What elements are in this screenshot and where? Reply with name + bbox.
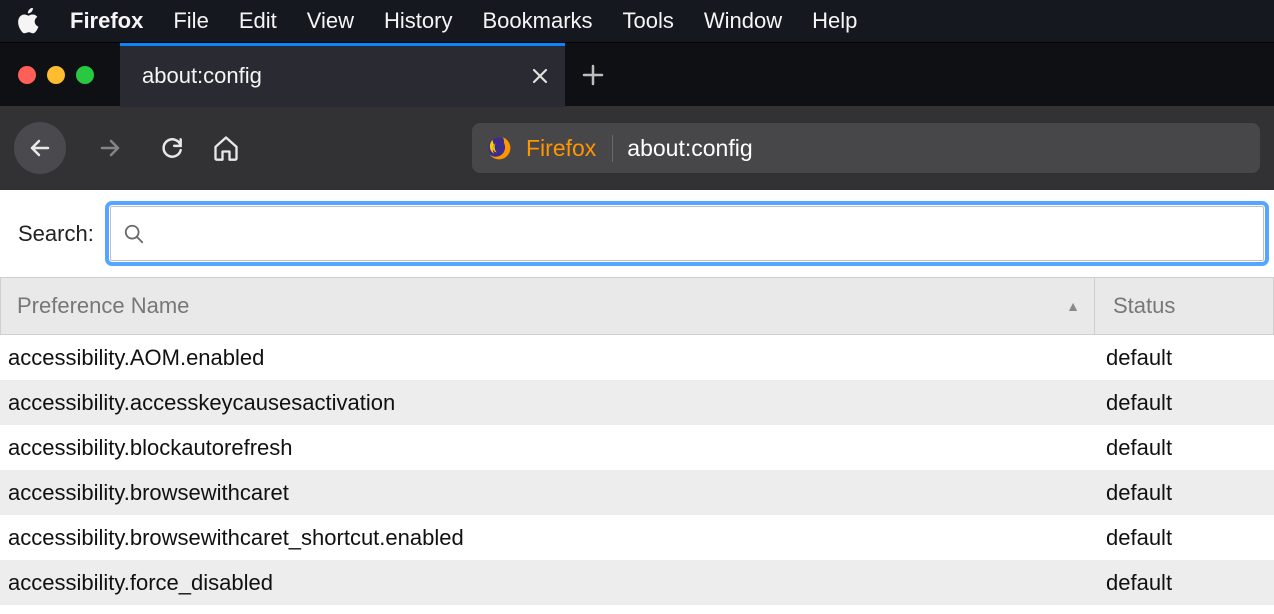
- forward-button[interactable]: [84, 122, 136, 174]
- pref-status: default: [1096, 480, 1274, 506]
- pref-name: accessibility.browsewithcaret_shortcut.e…: [0, 525, 1096, 551]
- reload-button[interactable]: [154, 130, 190, 166]
- menubar-tools[interactable]: Tools: [623, 8, 674, 34]
- pref-status: default: [1096, 390, 1274, 416]
- urlbar-address: about:config: [627, 135, 752, 162]
- plus-icon: [582, 64, 604, 86]
- tab-close-button[interactable]: [529, 65, 551, 87]
- page-content: Search: Preference Name ▲ Status accessi…: [0, 190, 1274, 605]
- search-box[interactable]: [110, 206, 1264, 261]
- menubar-history[interactable]: History: [384, 8, 452, 34]
- table-body: accessibility.AOM.enableddefault accessi…: [0, 335, 1274, 605]
- table-row[interactable]: accessibility.blockautorefreshdefault: [0, 425, 1274, 470]
- prefs-table: Preference Name ▲ Status accessibility.A…: [0, 277, 1274, 605]
- window-controls: [0, 66, 120, 84]
- menubar-edit[interactable]: Edit: [239, 8, 277, 34]
- tab-title: about:config: [142, 63, 262, 89]
- pref-status: default: [1096, 435, 1274, 461]
- menubar-view[interactable]: View: [307, 8, 354, 34]
- column-header-name[interactable]: Preference Name ▲: [1, 278, 1095, 334]
- pref-status: default: [1096, 570, 1274, 596]
- pref-name: accessibility.browsewithcaret: [0, 480, 1096, 506]
- menubar-file[interactable]: File: [173, 8, 208, 34]
- table-row[interactable]: accessibility.AOM.enableddefault: [0, 335, 1274, 380]
- table-row[interactable]: accessibility.accesskeycausesactivationd…: [0, 380, 1274, 425]
- window-close-icon[interactable]: [18, 66, 36, 84]
- pref-status: default: [1096, 525, 1274, 551]
- browser-tab[interactable]: about:config: [120, 43, 565, 107]
- arrow-right-icon: [98, 136, 122, 160]
- table-header: Preference Name ▲ Status: [0, 277, 1274, 335]
- menubar-bookmarks[interactable]: Bookmarks: [482, 8, 592, 34]
- column-header-status-label: Status: [1113, 293, 1175, 318]
- pref-name: accessibility.AOM.enabled: [0, 345, 1096, 371]
- menubar-help[interactable]: Help: [812, 8, 857, 34]
- table-row[interactable]: accessibility.force_disableddefault: [0, 560, 1274, 605]
- tab-strip: about:config: [0, 42, 1274, 106]
- arrow-left-icon: [28, 136, 52, 160]
- new-tab-button[interactable]: [565, 64, 621, 86]
- pref-name: accessibility.force_disabled: [0, 570, 1096, 596]
- macos-menubar: Firefox File Edit View History Bookmarks…: [0, 0, 1274, 42]
- table-row[interactable]: accessibility.browsewithcaret_shortcut.e…: [0, 515, 1274, 560]
- urlbar-brand: Firefox: [526, 135, 613, 162]
- search-icon: [123, 223, 145, 245]
- pref-status: default: [1096, 345, 1274, 371]
- back-button[interactable]: [14, 122, 66, 174]
- column-header-name-label: Preference Name: [17, 293, 189, 319]
- search-row: Search:: [0, 190, 1274, 277]
- firefox-logo-icon: [486, 135, 512, 161]
- nav-toolbar: Firefox about:config: [0, 106, 1274, 190]
- window-zoom-icon[interactable]: [76, 66, 94, 84]
- reload-icon: [159, 135, 185, 161]
- home-button[interactable]: [208, 130, 244, 166]
- window-minimize-icon[interactable]: [47, 66, 65, 84]
- pref-name: accessibility.accesskeycausesactivation: [0, 390, 1096, 416]
- sort-asc-icon: ▲: [1066, 298, 1080, 314]
- home-icon: [212, 134, 240, 162]
- menubar-app-name[interactable]: Firefox: [70, 8, 143, 34]
- url-bar[interactable]: Firefox about:config: [472, 123, 1260, 173]
- pref-name: accessibility.blockautorefresh: [0, 435, 1096, 461]
- table-row[interactable]: accessibility.browsewithcaretdefault: [0, 470, 1274, 515]
- close-icon: [531, 67, 549, 85]
- column-header-status[interactable]: Status: [1095, 293, 1273, 319]
- search-input[interactable]: [155, 207, 1251, 260]
- menubar-window[interactable]: Window: [704, 8, 782, 34]
- apple-logo-icon[interactable]: [18, 8, 40, 34]
- search-label: Search:: [18, 221, 94, 247]
